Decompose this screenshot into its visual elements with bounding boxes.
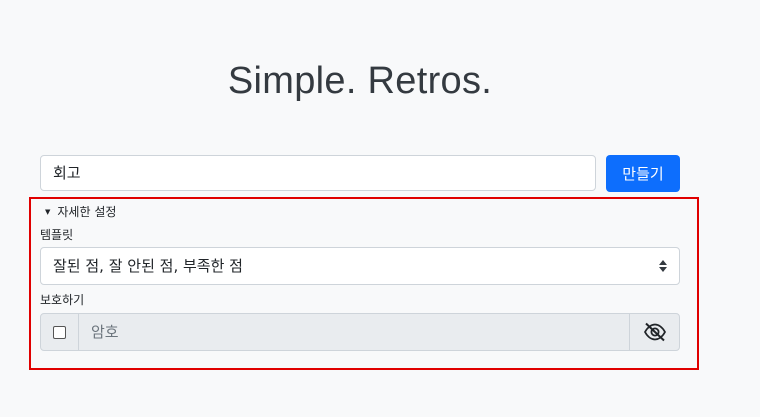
password-input[interactable]: 암호 [79, 314, 629, 350]
eye-slash-icon [643, 322, 666, 342]
password-visibility-toggle[interactable] [629, 314, 679, 350]
template-label: 템플릿 [40, 228, 74, 242]
create-button[interactable]: 만들기 [606, 155, 680, 192]
protect-checkbox[interactable] [53, 325, 66, 339]
protect-label: 보호하기 [40, 293, 85, 307]
select-updown-icon [659, 260, 667, 272]
template-select[interactable]: 잘된 점, 잘 안된 점, 부족한 점 [40, 247, 680, 285]
password-group: 암호 [40, 313, 680, 351]
page: Simple. Retros. 회고 만들기 ▼ 자세한 설정 템플릿 잘된 점… [0, 0, 760, 417]
page-title: Simple. Retros. [227, 60, 493, 102]
template-selected-value: 잘된 점, 잘 안된 점, 부족한 점 [53, 257, 243, 275]
retro-name-input[interactable]: 회고 [40, 155, 596, 191]
caret-down-icon: ▼ [45, 207, 51, 216]
advanced-settings-label: 자세한 설정 [57, 205, 117, 219]
protect-checkbox-cell [41, 314, 79, 350]
advanced-settings-toggle[interactable]: ▼ 자세한 설정 [45, 203, 116, 220]
